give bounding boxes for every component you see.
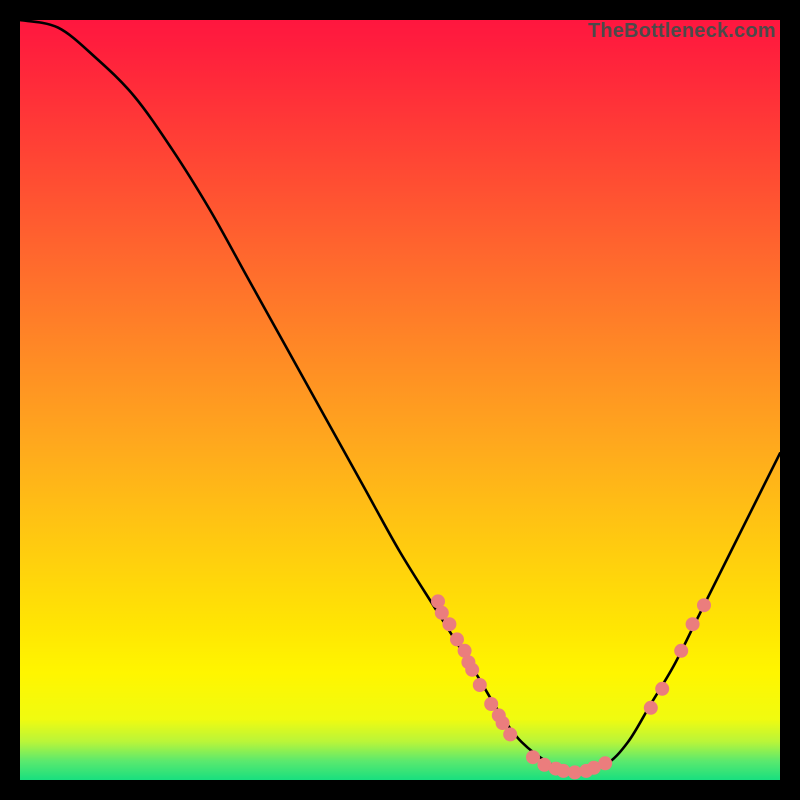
data-marker	[503, 727, 517, 741]
data-marker	[465, 663, 479, 677]
data-marker	[598, 756, 612, 770]
data-marker	[435, 606, 449, 620]
watermark-label: TheBottleneck.com	[588, 20, 776, 43]
bottleneck-curve-path	[20, 20, 780, 772]
data-marker	[526, 750, 540, 764]
bottleneck-curve-svg	[20, 20, 780, 780]
marker-group	[431, 594, 711, 779]
data-marker	[442, 617, 456, 631]
data-marker	[655, 682, 669, 696]
data-marker	[496, 716, 510, 730]
data-marker	[674, 644, 688, 658]
data-marker	[473, 678, 487, 692]
data-marker	[484, 697, 498, 711]
data-marker	[697, 598, 711, 612]
data-marker	[686, 617, 700, 631]
data-marker	[644, 701, 658, 715]
chart-frame: TheBottleneck.com	[20, 20, 780, 780]
data-marker	[450, 632, 464, 646]
